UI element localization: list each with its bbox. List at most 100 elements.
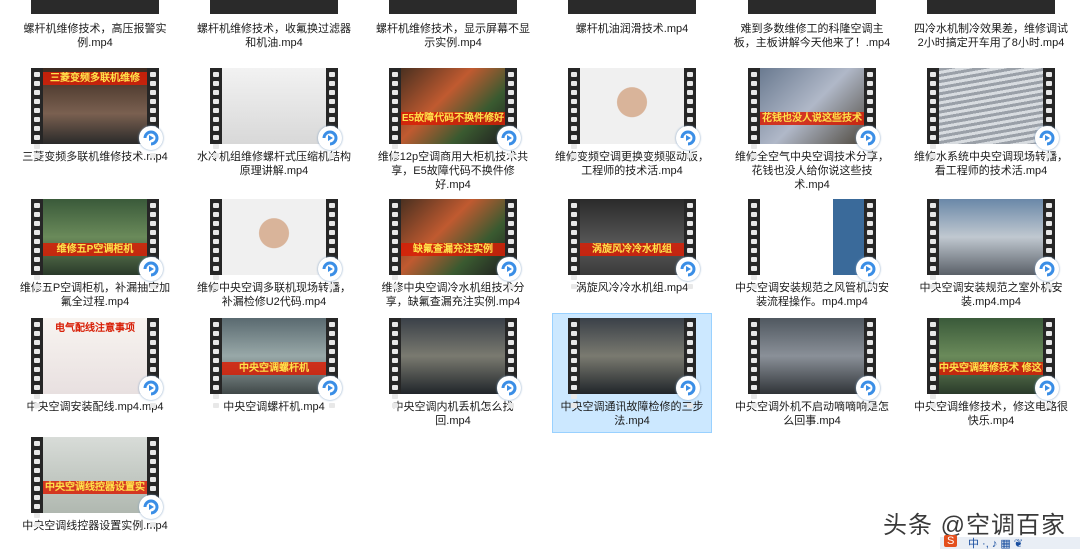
thumbnail-frame: 中央空调维修技术 修这电路很快乐: [939, 318, 1043, 394]
thumbnail-frame: [222, 199, 326, 275]
file-name[interactable]: 难到多数维修工的科隆空调主板，主板讲解今天他来了！.mp4: [733, 22, 891, 50]
file-name[interactable]: 螺杆机维修技术，收氟换过滤器和机油.mp4: [195, 22, 353, 50]
video-thumbnail-partial[interactable]: [389, 0, 517, 14]
video-thumbnail[interactable]: 花钱也没人说这些技术: [748, 68, 880, 158]
thumbnail-frame: 维修五P空调柜机: [43, 199, 147, 275]
file-name[interactable]: 螺杆机维修技术，显示屏幕不显示实例.mp4: [374, 22, 532, 50]
media-player-icon: [318, 126, 342, 150]
file-item[interactable]: 花钱也没人说这些技术 维修全空气中央空调技术分享，花钱也没人给你说这些技术.mp4: [733, 64, 891, 196]
thumbnail-frame: 花钱也没人说这些技术: [760, 68, 864, 144]
media-player-icon: [318, 376, 342, 400]
file-item[interactable]: 维修中央空调多联机现场转播，补漏检修U2代码.mp4: [195, 195, 353, 313]
file-item[interactable]: E5故障代码不换件修好 维修12p空调商用大柜机技术共享，E5故障代码不换件修好.…: [374, 64, 532, 196]
video-thumbnail[interactable]: [927, 68, 1059, 158]
thumbnail-frame: [222, 68, 326, 144]
media-player-icon: [139, 376, 163, 400]
media-player-icon: [856, 376, 880, 400]
file-item[interactable]: 中央空调螺杆机 中央空调螺杆机.mp4: [195, 314, 353, 418]
thumbnail-caption: 涡旋风冷冷水机组: [580, 243, 684, 256]
media-player-icon: [139, 126, 163, 150]
video-thumbnail[interactable]: [748, 318, 880, 408]
thumbnail-caption: 维修五P空调柜机: [43, 243, 147, 256]
system-tray: S 中 ·, ♪ ▦ ❦: [940, 535, 1080, 550]
media-player-icon: [856, 257, 880, 281]
thumbnail-frame: 中央空调线控器设置实: [43, 437, 147, 513]
file-item[interactable]: 维修变频空调更换变频驱动板，工程师的技术活.mp4: [553, 64, 711, 182]
file-item[interactable]: 水冷机组维修螺杆式压缩机结构原理讲解.mp4: [195, 64, 353, 182]
video-thumbnail[interactable]: 缺氟查漏充注实例: [389, 199, 521, 289]
file-item[interactable]: 涡旋风冷冷水机组 涡旋风冷冷水机组.mp4: [553, 195, 711, 299]
thumbnail-caption: 中央空调维修技术 修这电路很快乐: [939, 362, 1043, 375]
video-thumbnail-partial[interactable]: [927, 0, 1055, 14]
thumbnail-frame: [760, 318, 864, 394]
video-thumbnail[interactable]: 维修五P空调柜机: [31, 199, 163, 289]
video-thumbnail[interactable]: 中央空调维修技术 修这电路很快乐: [927, 318, 1059, 408]
thumbnail-frame: E5故障代码不换件修好: [401, 68, 505, 144]
file-name[interactable]: 螺杆机油润滑技术.mp4: [553, 22, 711, 36]
file-item[interactable]: 中央空调内机丢机怎么找回.mp4: [374, 314, 532, 432]
thumbnail-frame: 三菱变频多联机维修: [43, 68, 147, 144]
video-thumbnail[interactable]: [927, 199, 1059, 289]
thumbnail-caption: 中央空调线控器设置实: [43, 481, 147, 494]
file-item[interactable]: 中央空调线控器设置实 中央空调线控器设置实例.mp4: [16, 433, 174, 537]
video-thumbnail[interactable]: E5故障代码不换件修好: [389, 68, 521, 158]
media-player-icon: [1035, 257, 1059, 281]
thumbnail-frame: 电气配线注意事项: [43, 318, 147, 394]
thumbnail-caption: E5故障代码不换件修好: [401, 112, 505, 125]
video-thumbnail-partial[interactable]: [210, 0, 338, 14]
media-player-icon: [139, 495, 163, 519]
video-thumbnail[interactable]: 三菱变频多联机维修: [31, 68, 163, 158]
media-player-icon: [139, 257, 163, 281]
video-thumbnail[interactable]: 中央空调线控器设置实: [31, 437, 163, 527]
media-player-icon: [497, 126, 521, 150]
media-player-icon: [676, 126, 700, 150]
video-thumbnail[interactable]: 中央空调螺杆机: [210, 318, 342, 408]
video-thumbnail-partial[interactable]: [748, 0, 876, 14]
thumbnail-frame: 缺氟查漏充注实例: [401, 199, 505, 275]
file-item[interactable]: 维修五P空调柜机 维修五P空调柜机，补漏抽空加氟全过程.mp4: [16, 195, 174, 313]
file-name[interactable]: 螺杆机维修技术，高压报警实例.mp4: [16, 22, 174, 50]
tray-logo[interactable]: S: [944, 535, 958, 547]
media-player-icon: [676, 257, 700, 281]
file-item[interactable]: 中央空调安装规范之室外机安装.mp4.mp4: [912, 195, 1070, 313]
thumbnail-frame: 中央空调螺杆机: [222, 318, 326, 394]
file-item[interactable]: 中央空调通讯故障检修的三步法.mp4: [552, 313, 712, 433]
media-player-icon: [497, 376, 521, 400]
video-thumbnail[interactable]: 涡旋风冷冷水机组: [568, 199, 700, 289]
video-thumbnail-partial[interactable]: [568, 0, 696, 14]
media-player-icon: [1035, 376, 1059, 400]
media-player-icon: [676, 376, 700, 400]
thumbnail-frame: [401, 318, 505, 394]
file-item[interactable]: 中央空调安装规范之风管机的安装流程操作。mp4.mp4: [733, 195, 891, 313]
thumbnail-caption: 花钱也没人说这些技术: [760, 112, 864, 125]
thumbnail-caption: 中央空调螺杆机: [222, 362, 326, 375]
media-player-icon: [856, 126, 880, 150]
video-thumbnail[interactable]: [568, 68, 700, 158]
file-item[interactable]: 中央空调维修技术 修这电路很快乐中央空调维修技术，修这电路很快乐.mp4: [912, 314, 1070, 432]
file-name[interactable]: 四冷水机制冷效果差，维修调试2小时搞定开车用了8小时.mp4: [912, 22, 1070, 50]
thumbnail-caption: 电气配线注意事项: [55, 323, 135, 334]
file-item[interactable]: 中央空调外机不启动嘀嘀响是怎么回事.mp4: [733, 314, 891, 432]
thumbnail-frame: [939, 199, 1043, 275]
thumbnail-frame: 涡旋风冷冷水机组: [580, 199, 684, 275]
thumbnail-frame: [580, 68, 684, 144]
video-thumbnail[interactable]: [210, 199, 342, 289]
thumbnail-caption: 缺氟查漏充注实例: [401, 243, 505, 256]
video-thumbnail[interactable]: [389, 318, 521, 408]
file-item[interactable]: 三菱变频多联机维修 三菱变频多联机维修技术.mp4: [16, 64, 174, 168]
media-player-icon: [1035, 126, 1059, 150]
thumbnail-frame: [939, 68, 1043, 144]
video-thumbnail-partial[interactable]: [31, 0, 159, 14]
video-thumbnail[interactable]: [210, 68, 342, 158]
media-player-icon: [497, 257, 521, 281]
file-item[interactable]: 缺氟查漏充注实例 维修中央空调冷水机组技术分享，缺氟查漏充注实例.mp4: [374, 195, 532, 313]
video-thumbnail[interactable]: 电气配线注意事项: [31, 318, 163, 408]
video-thumbnail[interactable]: [748, 199, 880, 289]
file-grid: 螺杆机维修技术，高压报警实例.mp4 螺杆机维修技术，收氟换过滤器和机油.mp4 螺…: [0, 0, 1080, 549]
thumbnail-frame: [580, 318, 684, 394]
file-item[interactable]: 维修水系统中央空调现场转播，看工程师的技术活.mp4: [912, 64, 1070, 182]
thumbnail-caption: 三菱变频多联机维修: [43, 72, 147, 85]
file-item[interactable]: 电气配线注意事项 中央空调安装配线.mp4.mp4: [16, 314, 174, 418]
media-player-icon: [318, 257, 342, 281]
video-thumbnail[interactable]: [568, 318, 700, 408]
